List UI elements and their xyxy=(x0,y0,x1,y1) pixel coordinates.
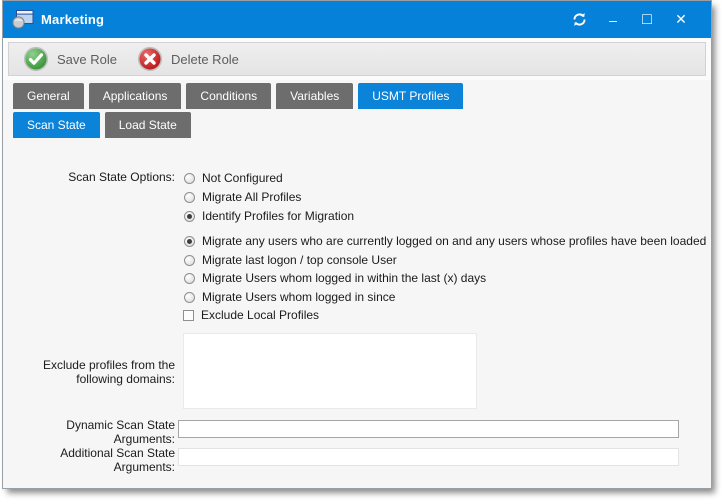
green-check-circle-icon xyxy=(23,46,49,72)
radio-icon xyxy=(184,292,195,303)
minimize-button[interactable]: – xyxy=(601,8,625,32)
radio-option-label: Migrate All Profiles xyxy=(202,190,301,204)
dynamic-args-input[interactable] xyxy=(178,420,679,438)
radio-option-label: Not Configured xyxy=(202,171,283,185)
refresh-button[interactable] xyxy=(567,8,591,32)
save-role-label: Save Role xyxy=(57,52,117,67)
application-window-icon xyxy=(12,10,34,29)
tab-applications[interactable]: Applications xyxy=(89,83,182,109)
radio-migrate-all-profiles[interactable]: Migrate All Profiles xyxy=(184,190,301,204)
radio-icon xyxy=(184,173,195,184)
radio-option-label: Migrate Users whom logged in since xyxy=(202,290,395,304)
subtab-scan-state[interactable]: Scan State xyxy=(13,112,100,138)
subtab-load-state[interactable]: Load State xyxy=(105,112,191,138)
window-controls: – □ ✕ xyxy=(557,8,711,32)
scan-state-options-label: Scan State Options: xyxy=(3,170,175,184)
radio-migrate-since[interactable]: Migrate Users whom logged in since xyxy=(184,290,395,304)
radio-icon xyxy=(184,273,195,284)
exclude-domains-textarea[interactable] xyxy=(183,333,477,409)
titlebar: Marketing – □ ✕ xyxy=(3,1,711,38)
radio-not-configured[interactable]: Not Configured xyxy=(184,171,283,185)
red-x-circle-icon xyxy=(137,46,163,72)
radio-migrate-logged-on-users[interactable]: Migrate any users who are currently logg… xyxy=(184,234,706,248)
radio-migrate-last-logon[interactable]: Migrate last logon / top console User xyxy=(184,253,397,267)
delete-role-label: Delete Role xyxy=(171,52,239,67)
tab-conditions[interactable]: Conditions xyxy=(186,83,271,109)
radio-icon xyxy=(184,255,195,266)
refresh-icon xyxy=(572,12,587,27)
main-tab-bar: General Applications Conditions Variable… xyxy=(13,83,463,109)
exclude-domains-label: Exclude profiles from the following doma… xyxy=(3,358,175,386)
dynamic-args-label: Dynamic Scan State Arguments: xyxy=(3,418,175,446)
checkbox-label: Exclude Local Profiles xyxy=(201,308,319,322)
radio-icon xyxy=(184,236,195,247)
radio-option-label: Migrate any users who are currently logg… xyxy=(202,234,706,248)
tab-general[interactable]: General xyxy=(13,83,84,109)
radio-icon xyxy=(184,192,195,203)
delete-role-button[interactable]: Delete Role xyxy=(129,44,251,74)
additional-args-input[interactable] xyxy=(178,448,679,466)
toolbar-strip: Save Role Delete Role xyxy=(3,38,711,80)
maximize-button[interactable]: □ xyxy=(635,8,659,32)
checkbox-icon xyxy=(183,310,194,321)
radio-option-label: Migrate Users whom logged in within the … xyxy=(202,271,486,285)
radio-identify-profiles-for-migration[interactable]: Identify Profiles for Migration xyxy=(184,209,354,223)
marketing-role-window: Marketing – □ ✕ xyxy=(2,0,712,489)
sub-tab-bar: Scan State Load State xyxy=(13,112,191,138)
toolbar: Save Role Delete Role xyxy=(8,42,706,76)
save-role-button[interactable]: Save Role xyxy=(15,44,129,74)
radio-migrate-last-x-days[interactable]: Migrate Users whom logged in within the … xyxy=(184,271,486,285)
close-button[interactable]: ✕ xyxy=(669,8,693,32)
radio-option-label: Migrate last logon / top console User xyxy=(202,253,397,267)
window-title: Marketing xyxy=(41,12,104,27)
exclude-local-profiles-checkbox[interactable]: Exclude Local Profiles xyxy=(183,308,319,322)
radio-option-label: Identify Profiles for Migration xyxy=(202,209,354,223)
tab-variables[interactable]: Variables xyxy=(276,83,353,109)
additional-args-label: Additional Scan State Arguments: xyxy=(3,446,175,474)
radio-icon xyxy=(184,211,195,222)
tab-usmt-profiles[interactable]: USMT Profiles xyxy=(358,83,463,109)
